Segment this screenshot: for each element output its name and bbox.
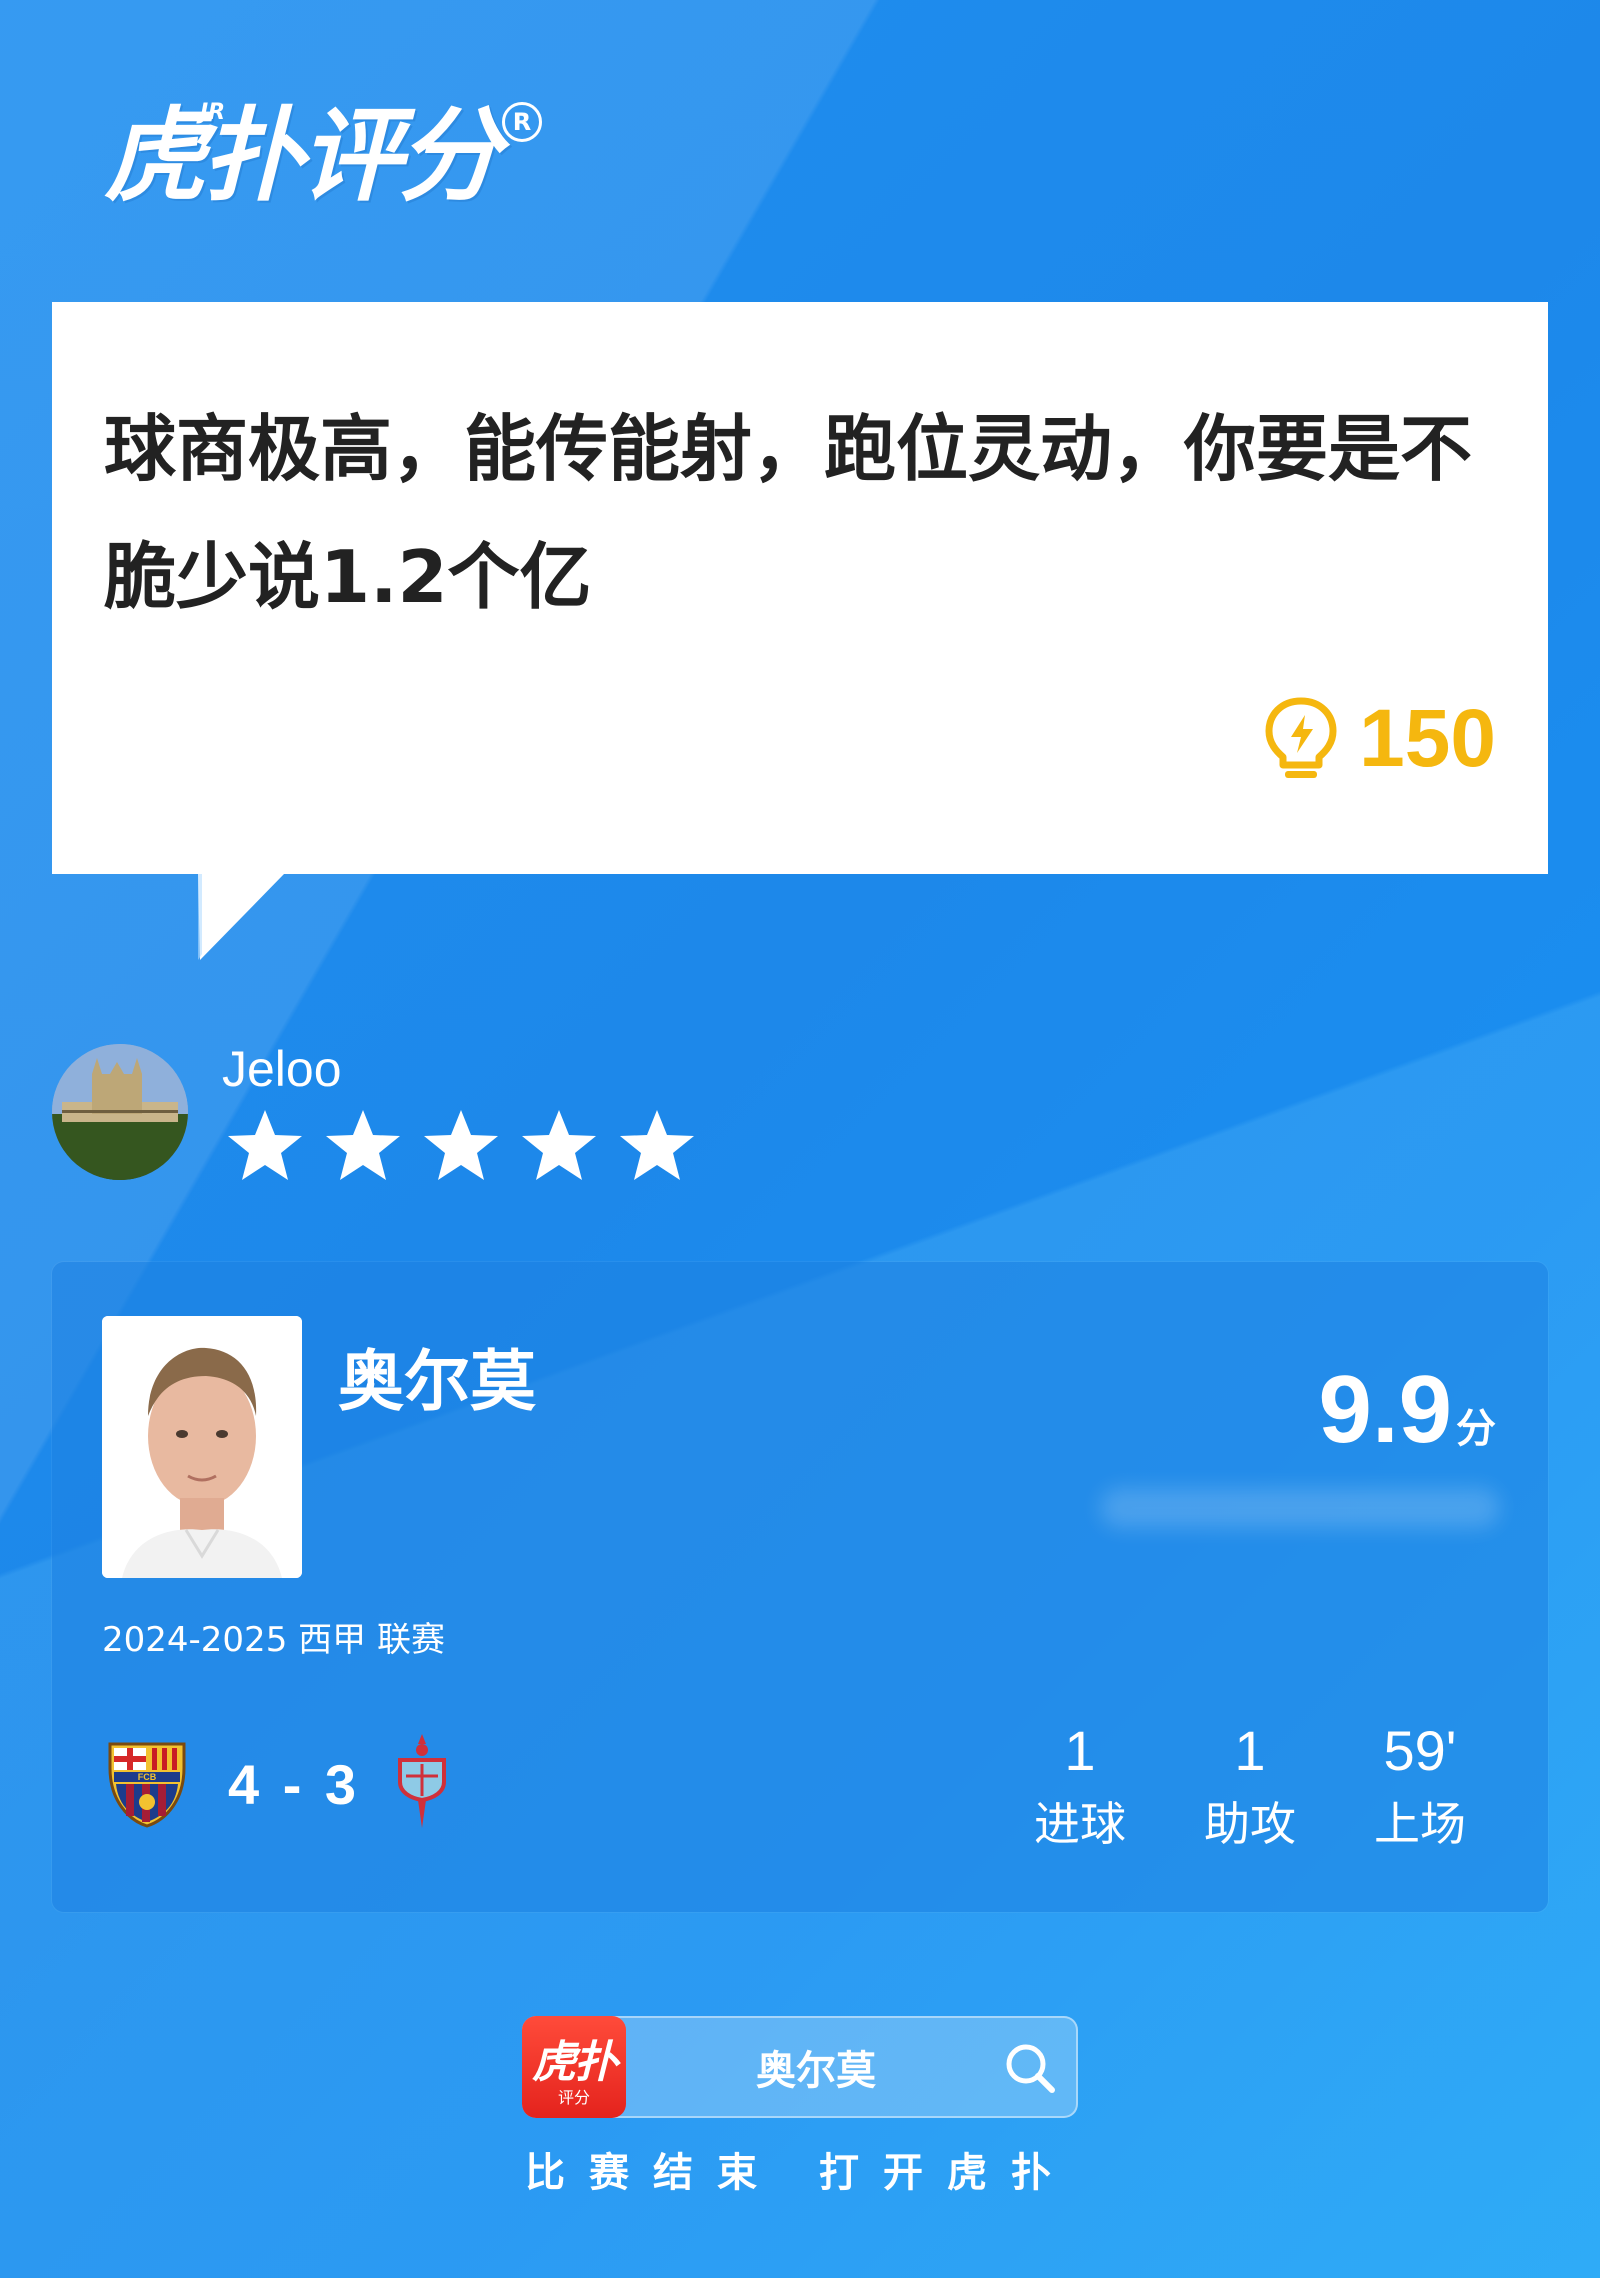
user-name: Jeloo xyxy=(222,1041,342,1097)
rating-stars xyxy=(226,1108,696,1184)
stat-assists: 1 助攻 xyxy=(1180,1716,1320,1862)
app-icon-text: 虎扑 xyxy=(532,2037,618,2088)
stat-label: 助攻 xyxy=(1204,1797,1296,1851)
likes[interactable]: 150 xyxy=(1261,692,1496,786)
player-name: 奥尔莫 xyxy=(338,1343,536,1420)
search-icon[interactable] xyxy=(1000,2038,1060,2098)
search-query[interactable]: 奥尔莫 xyxy=(626,2016,1006,2118)
footer-text: 比赛结束 打开虎扑 xyxy=(525,2150,1075,2196)
match-score: 4 - 3 xyxy=(228,1753,361,1816)
score-value: 9.9 xyxy=(1318,1356,1452,1463)
star-icon xyxy=(228,1110,302,1180)
star-icon xyxy=(326,1110,400,1180)
registered-mark: R xyxy=(502,102,542,142)
stat-label: 上场 xyxy=(1374,1797,1466,1851)
fc-barcelona-crest: FCB xyxy=(108,1742,186,1828)
brand-logo: 虎扑评分 JR R xyxy=(104,97,542,216)
stat-goals: 1 进球 xyxy=(1010,1716,1150,1862)
celta-vigo-crest xyxy=(398,1734,446,1828)
logo-superscript: JR xyxy=(200,100,226,125)
lightbulb-icon xyxy=(1265,697,1337,778)
player-score: 9.9 分 xyxy=(1319,1362,1496,1458)
stat-value: 1 xyxy=(1234,1719,1266,1782)
app-icon-subtext: 评分 xyxy=(557,2088,590,2107)
star-icon xyxy=(620,1110,694,1180)
svg-text:FCB: FCB xyxy=(138,1772,157,1782)
avatar[interactable] xyxy=(52,1044,188,1180)
blurred-text xyxy=(1100,1488,1500,1528)
stat-minutes: 59' 上场 xyxy=(1350,1716,1490,1862)
stat-value: 59' xyxy=(1383,1719,1457,1782)
hupu-app-icon[interactable]: 虎扑 评分 xyxy=(522,2016,626,2118)
stat-label: 进球 xyxy=(1034,1797,1126,1851)
player-photo xyxy=(102,1316,302,1578)
stat-value: 1 xyxy=(1064,1719,1096,1782)
comment-text: 球商极高，能传能射，跑位灵动，你要是不脆少说1.2个亿 xyxy=(104,407,1473,619)
star-icon xyxy=(424,1110,498,1180)
star-icon xyxy=(522,1110,596,1180)
likes-count: 150 xyxy=(1359,693,1496,784)
score-unit: 分 xyxy=(1456,1406,1496,1452)
season-label: 2024-2025 西甲 联赛 xyxy=(102,1620,445,1660)
logo-text: 虎扑评分 xyxy=(104,97,500,216)
